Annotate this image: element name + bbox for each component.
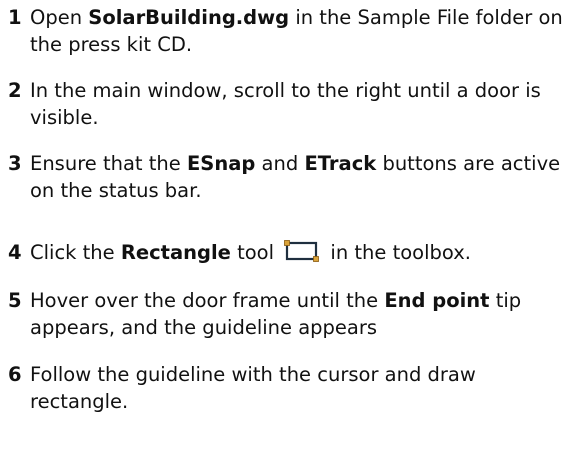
step-text: Click the Rectangle tool in the toolbox. (30, 240, 471, 264)
step-text: In the main window, scroll to the right … (30, 79, 541, 129)
rectangle-tool-icon (284, 240, 320, 262)
step-number: 4 (8, 241, 22, 264)
instruction-steps: 1 Open SolarBuilding.dwg in the Sample F… (8, 4, 574, 415)
esnap-emphasis: ESnap (186, 152, 256, 175)
step-5: 5 Hover over the door frame until the En… (8, 287, 574, 341)
step-1: 1 Open SolarBuilding.dwg in the Sample F… (8, 4, 574, 58)
step-number: 5 (8, 289, 22, 312)
filename-emphasis: SolarBuilding.dwg (88, 6, 290, 29)
step-text: Hover over the door frame until the End … (30, 289, 522, 339)
step-4: 4 Click the Rectangle tool in the toolbo… (8, 239, 574, 266)
step-number: 3 (8, 152, 22, 175)
step-6: 6 Follow the guideline with the cursor a… (8, 361, 574, 415)
step-2: 2 In the main window, scroll to the righ… (8, 77, 574, 131)
step-text: Follow the guideline with the cursor and… (30, 363, 476, 413)
step-text: Open SolarBuilding.dwg in the Sample Fil… (30, 6, 563, 56)
end-point-emphasis: End point (384, 289, 490, 312)
etrack-emphasis: ETrack (304, 152, 377, 175)
step-text: Ensure that the ESnap and ETrack buttons… (30, 152, 561, 202)
rectangle-emphasis: Rectangle (120, 241, 231, 264)
step-number: 1 (8, 6, 22, 29)
step-number: 6 (8, 363, 22, 386)
step-number: 2 (8, 79, 22, 102)
step-3: 3 Ensure that the ESnap and ETrack butto… (8, 150, 574, 204)
